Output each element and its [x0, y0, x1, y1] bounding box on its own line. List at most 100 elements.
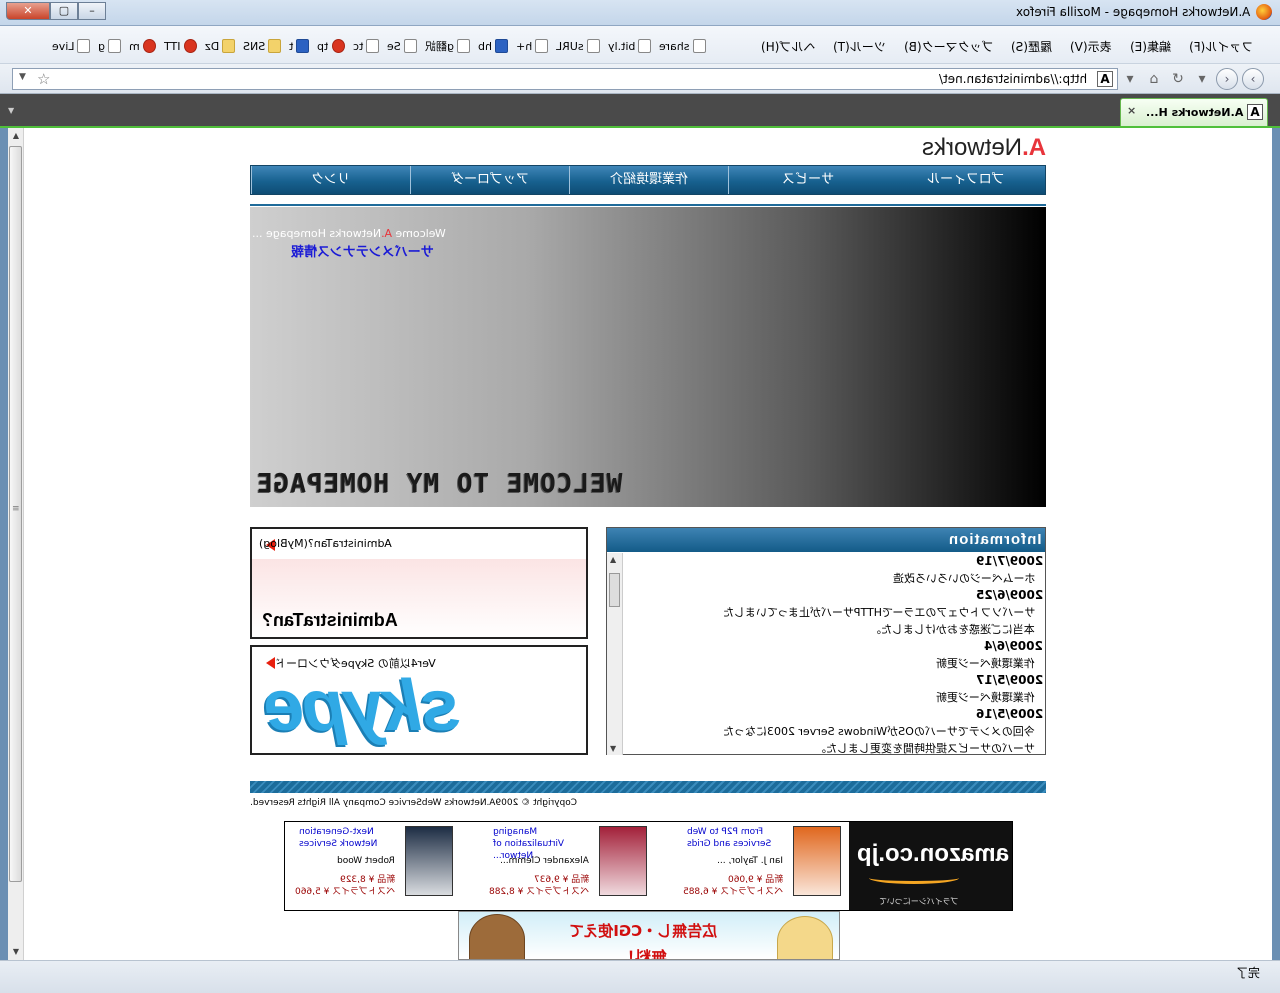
bookmark-item[interactable]: SNS	[243, 39, 282, 53]
bookmark-item[interactable]: m	[129, 39, 157, 53]
entry-text-line: ホームページのいろいろ改造	[892, 572, 1035, 585]
product-cover-image[interactable]	[793, 826, 841, 896]
blog-banner[interactable]: AdministraTan?	[252, 559, 586, 637]
menu-item[interactable]: 履歴(S)	[1002, 38, 1061, 55]
nav-item[interactable]: リンク	[251, 166, 410, 194]
window-minimize-button[interactable]: –	[78, 2, 106, 20]
blog-label-text: AdministraTan?(MyBlog)	[259, 537, 392, 550]
product-title[interactable]: From P2P to Web Services and Grids	[687, 826, 783, 850]
amazon-product[interactable]: Next-Generation Network Services Robert W…	[267, 826, 453, 908]
menu-and-bookmarks-bar: Live g m ITT Dz SNS t tp tc Se g翻訳 hb h+ sURL bit.ly sh…	[0, 26, 1280, 64]
menu-item[interactable]: ヘルプ(H)	[752, 38, 824, 55]
itt-icon	[183, 39, 197, 53]
hero-banner: Welcome A.Networks Homepage ... サーバメンテナン…	[250, 207, 1046, 507]
forward-button[interactable]: ›	[1216, 68, 1238, 90]
info-scroll-up-icon[interactable]: ▲	[610, 555, 616, 564]
entry-text: 作業環境ページ更新	[625, 655, 1045, 672]
site-identity-icon[interactable]: A	[1097, 71, 1113, 87]
blog-panel[interactable]: AdministraTan?(MyBlog) AdministraTan?	[250, 527, 588, 639]
amazon-product[interactable]: From P2P to Web Services and Grids Ian J.…	[655, 826, 841, 908]
bookmark-label: share	[659, 39, 690, 53]
window-maximize-button[interactable]: ▢	[50, 2, 78, 20]
copyright-label: Copyright © 2009A.Networks WebService Co…	[250, 798, 578, 808]
reload-icon[interactable]: ↻	[1168, 69, 1188, 89]
amazon-privacy-link[interactable]: プライバシーについて	[879, 896, 959, 907]
product-author: Ian J. Taylor, ...	[717, 856, 783, 866]
bookmark-item[interactable]: Se	[387, 39, 417, 53]
tab-list-arrow-icon[interactable]: ▼	[8, 106, 14, 115]
entry-text: 本当にご迷惑をおかけしました。	[625, 621, 1045, 638]
copyright-text: Copyright © 2009A.Networks WebService Co…	[250, 798, 577, 808]
bookmark-star-icon[interactable]: ☆	[37, 70, 50, 88]
bookmark-item[interactable]: h+	[516, 39, 549, 53]
ad-line-1-text: 広告無し・CGI使えて	[569, 922, 718, 940]
bookmark-item[interactable]: Dz	[205, 39, 235, 53]
skype-logo[interactable]: skype	[266, 665, 460, 747]
entry-text: サーバソフトウェアのエラーでHTTPサーバが止まっていました	[625, 604, 1045, 621]
home-icon[interactable]: ⌂	[1144, 69, 1164, 89]
info-scroll-down-icon[interactable]: ▼	[610, 744, 616, 753]
tab-close-icon[interactable]: ×	[1127, 104, 1136, 117]
tab-a-networks[interactable]: × A.Networks H... A	[1120, 98, 1268, 126]
nav-item[interactable]: アップローダ	[410, 166, 569, 194]
menu-item[interactable]: ブックマーク(B)	[895, 38, 1003, 55]
amazon-smile-icon	[869, 872, 959, 884]
firefox-icon	[1256, 4, 1272, 20]
entry-date-text: 2009/6/25	[975, 588, 1043, 602]
amazon-product[interactable]: Managing Virtualization of Networ... Alex…	[461, 826, 647, 908]
info-scroll-thumb[interactable]	[609, 573, 620, 607]
server-maintenance-link-text[interactable]: サーバメンテナンス情報	[291, 241, 434, 260]
bookmark-item[interactable]: Live	[52, 39, 91, 53]
product-title[interactable]: Next-Generation Network Services	[299, 826, 395, 850]
skype-panel[interactable]: Ver4以前の Skypeダウンロード skype	[250, 645, 588, 755]
gmail-icon	[143, 39, 157, 53]
tab-title: A.Networks H...	[1145, 106, 1243, 119]
product-cover-image[interactable]	[405, 826, 453, 896]
scroll-down-icon[interactable]: ▼	[8, 944, 24, 960]
bookmark-item[interactable]: hb	[478, 39, 508, 53]
menu-item[interactable]: ツール(T)	[824, 38, 895, 55]
information-entry: 2009/5/16 今回のメンテでサーバのOSがWindows Server 20…	[625, 706, 1045, 755]
site-logo[interactable]: A.Networks	[922, 134, 1046, 162]
menu-item[interactable]: ファイル(F)	[1180, 38, 1262, 55]
product-best-price: ベストプライス ¥ 5,660	[295, 884, 395, 897]
menu-item[interactable]: 編集(E)	[1121, 38, 1180, 55]
hosting-ad-banner[interactable]: 広告無し・CGI使えて 無料！	[458, 911, 840, 960]
bookmark-item[interactable]: ITT	[164, 39, 197, 53]
bookmark-item[interactable]: t	[289, 39, 310, 53]
nav-item[interactable]: 作業環境紹介	[569, 166, 728, 194]
search-dropdown-icon[interactable]: ▾	[1120, 69, 1140, 89]
scroll-up-icon[interactable]: ▲	[8, 128, 24, 144]
bookmark-item[interactable]: tc	[353, 39, 380, 53]
bookmark-item[interactable]: sURL	[556, 39, 600, 53]
scrollbar-grip-icon: ≡	[12, 504, 20, 514]
google-icon	[108, 39, 122, 53]
product-cover-image[interactable]	[599, 826, 647, 896]
product-best-price-text: ベストプライス ¥ 5,660	[294, 887, 395, 897]
ad-line-2-text: 無料！	[619, 948, 668, 960]
information-scrollbar[interactable]: ▲ ▼	[607, 553, 623, 755]
bookmark-item[interactable]: share	[659, 39, 706, 53]
scrollbar-thumb[interactable]	[9, 146, 22, 882]
bookmark-item[interactable]: g翻訳	[425, 38, 470, 54]
back-button[interactable]: ‹	[1242, 68, 1264, 90]
history-dropdown-icon[interactable]: ▾	[1192, 69, 1212, 89]
bookmark-item[interactable]: tp	[317, 39, 345, 53]
url-bar[interactable]: ▼ ☆ http://administratan.net/ A	[12, 68, 1118, 90]
nav-divider	[250, 204, 1046, 206]
welcome-rest: Networks Homepage ...	[252, 227, 382, 240]
product-author: Alexander Clemm...	[500, 856, 589, 866]
bookmark-item[interactable]: bit.ly	[608, 39, 652, 53]
nav-item[interactable]: プロフィール	[887, 166, 1045, 194]
bookmark-label: ITT	[164, 39, 181, 53]
blog-label[interactable]: AdministraTan?(MyBlog)	[259, 537, 392, 550]
server-maintenance-link[interactable]: サーバメンテナンス情報	[291, 241, 434, 260]
url-history-dropdown-icon[interactable]: ▼	[19, 72, 26, 82]
window-close-button[interactable]: ✕	[6, 2, 50, 20]
page-vertical-scrollbar[interactable]: ▲ ≡ ▼	[8, 128, 24, 960]
nav-item[interactable]: サービス	[728, 166, 887, 194]
bookmark-item[interactable]: g	[98, 39, 122, 53]
amazon-brand[interactable]: amazon.co.jp プライバシーについて	[849, 822, 1012, 910]
menu-item[interactable]: 表示(V)	[1061, 38, 1121, 55]
url-text[interactable]: http://administratan.net/	[939, 72, 1087, 86]
